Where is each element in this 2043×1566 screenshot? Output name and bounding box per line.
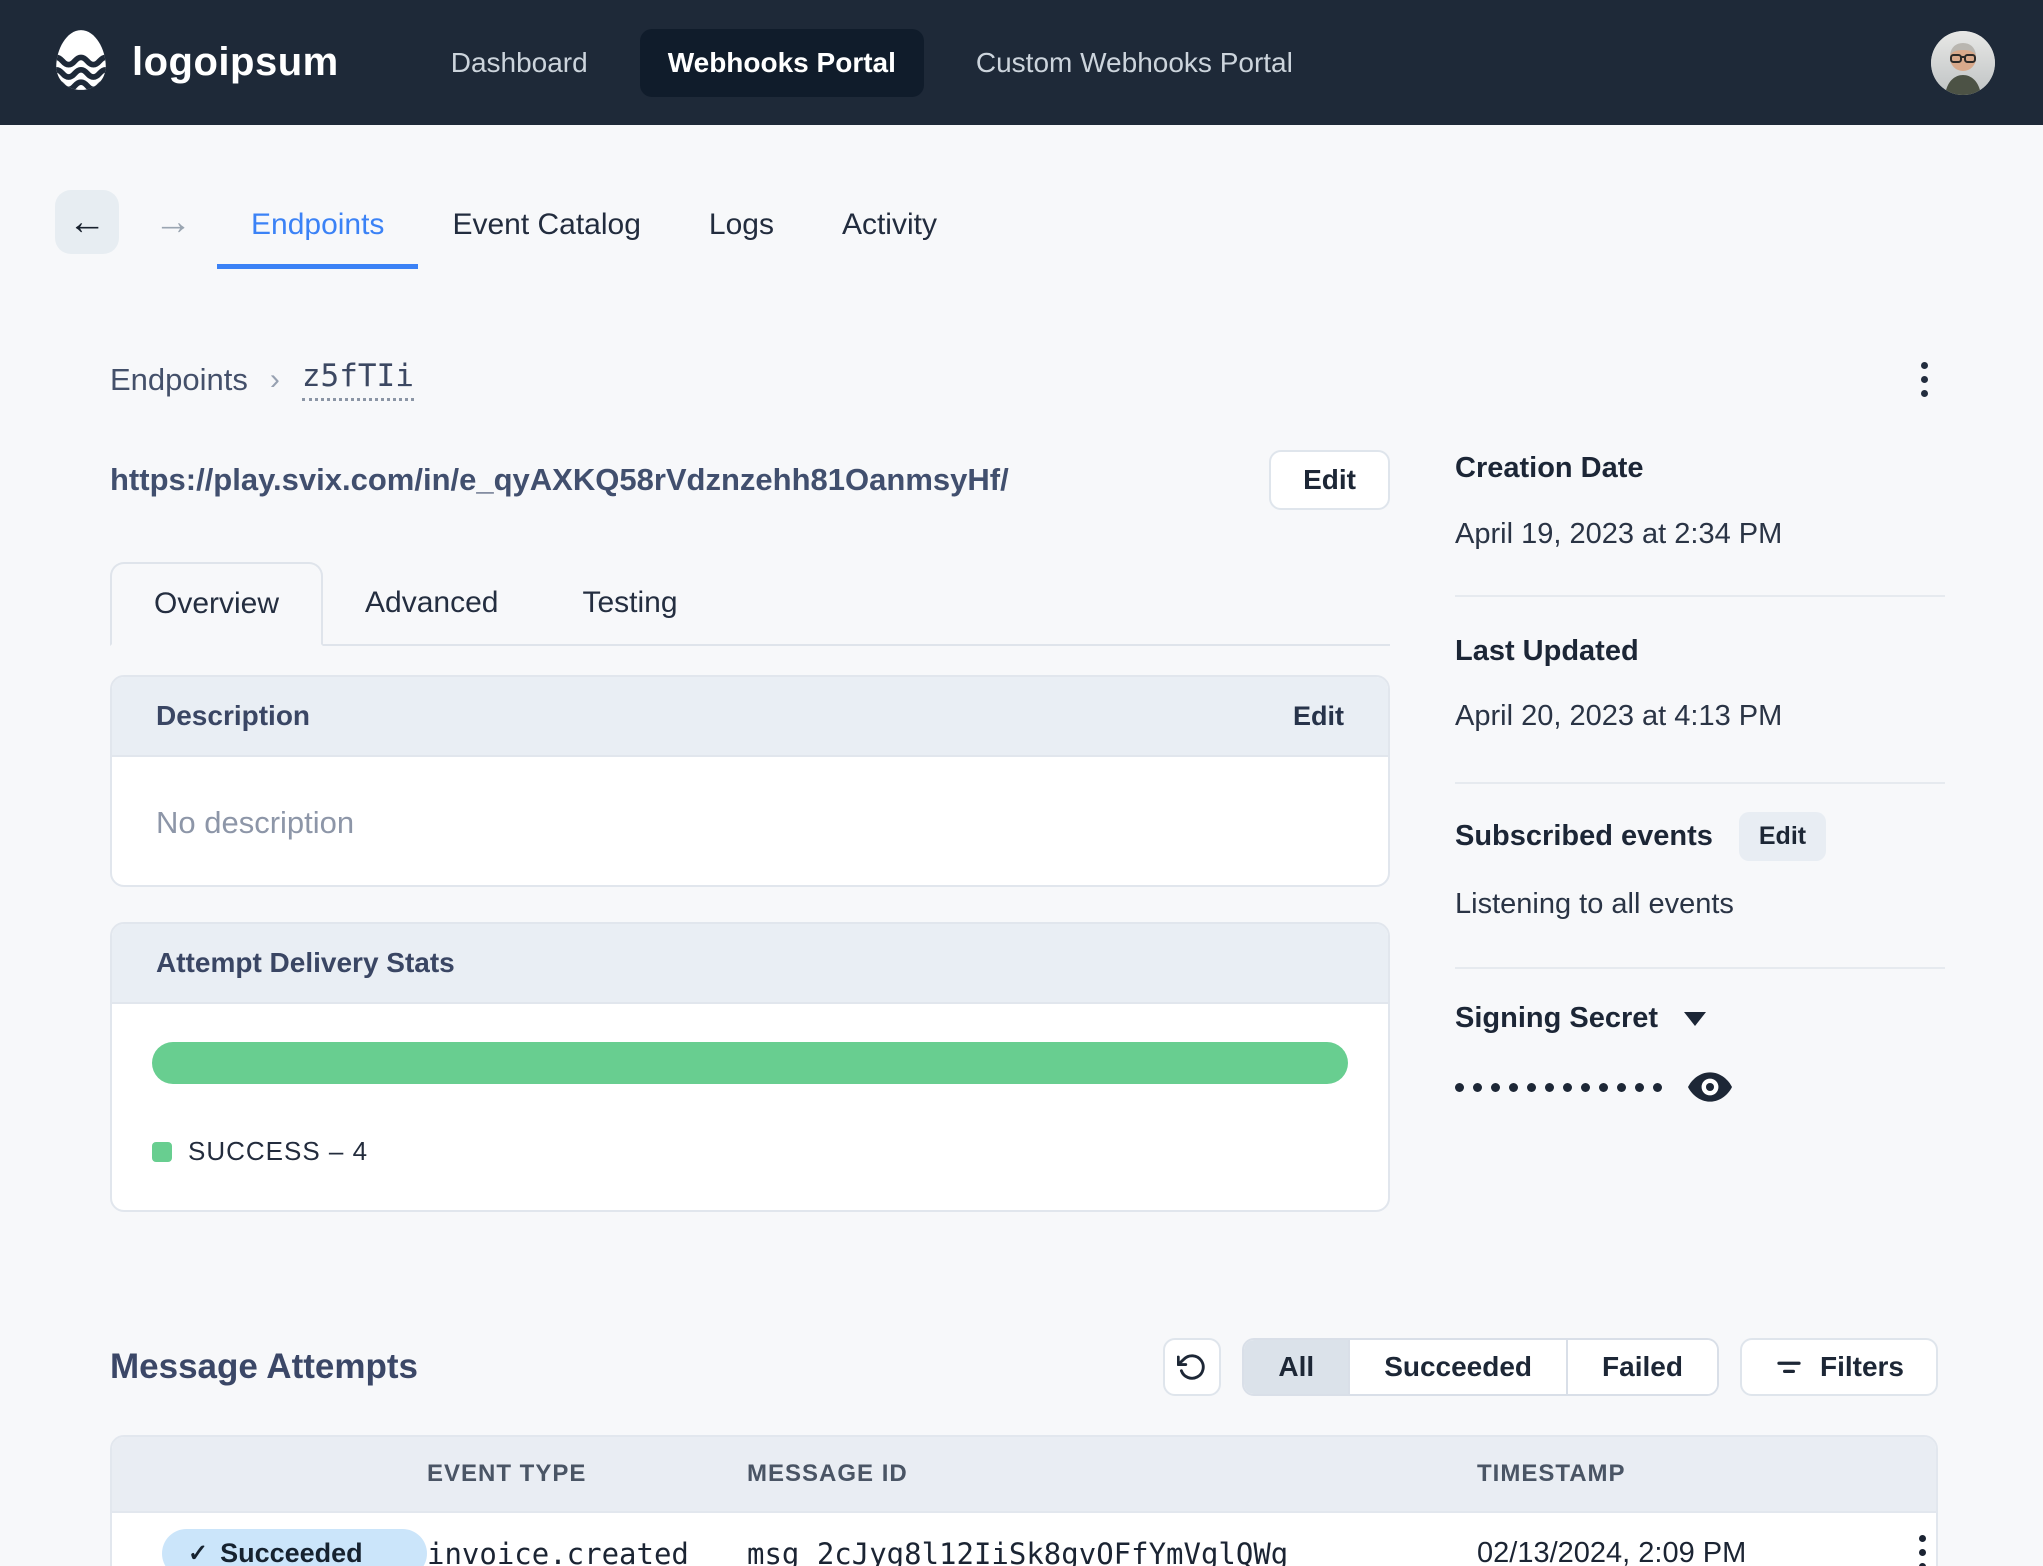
tab-advanced[interactable]: Advanced [323, 562, 540, 644]
creation-date-label: Creation Date [1455, 452, 1644, 484]
filters-button-label: Filters [1819, 1351, 1904, 1382]
edit-url-button[interactable]: Edit [1269, 450, 1390, 510]
divider [1455, 595, 1945, 597]
avatar[interactable] [1931, 30, 1995, 95]
success-legend-swatch [152, 1141, 172, 1162]
column-timestamp: TIMESTAMP [1477, 1460, 1626, 1487]
endpoint-url-row: https://play.svix.com/in/e_qyAXKQ58rVdzn… [110, 450, 1390, 510]
nav-link-custom-webhooks-portal[interactable]: Custom Webhooks Portal [948, 29, 1321, 97]
edit-subscribed-events-button[interactable]: Edit [1738, 812, 1827, 861]
attempt-delivery-stats-card: Attempt Delivery Stats SUCCESS – 4 [110, 922, 1390, 1212]
stats-body: SUCCESS – 4 [112, 1004, 1388, 1205]
stats-title: Attempt Delivery Stats [156, 947, 455, 978]
navbar-links: Dashboard Webhooks Portal Custom Webhook… [423, 28, 1321, 97]
description-title: Description [156, 700, 311, 731]
refresh-button[interactable] [1163, 1338, 1222, 1396]
message-attempts-table: EVENT TYPE MESSAGE ID TIMESTAMP ✓ Succee… [110, 1435, 1938, 1566]
stats-card-header: Attempt Delivery Stats [112, 924, 1388, 1004]
success-legend-label: SUCCESS – 4 [188, 1136, 369, 1166]
success-progress-bar [152, 1042, 1348, 1084]
last-updated-label: Last Updated [1455, 635, 1639, 667]
filter-failed-button[interactable]: Failed [1568, 1340, 1717, 1394]
timestamp-cell: 02/13/2024, 2:09 PM [1477, 1537, 1747, 1566]
tab-event-catalog[interactable]: Event Catalog [418, 186, 674, 269]
row-options-kebab-icon[interactable] [1909, 1529, 1936, 1566]
column-event-type: EVENT TYPE [427, 1460, 587, 1487]
portal-tabs: Endpoints Event Catalog Logs Activity [217, 186, 971, 269]
signing-secret-row[interactable]: Signing Secret [1455, 1002, 1707, 1035]
brand: logoipsum [48, 27, 339, 98]
creation-date-value: April 19, 2023 at 2:34 PM [1455, 518, 1783, 550]
nav-link-webhooks-portal[interactable]: Webhooks Portal [639, 28, 924, 97]
top-navbar: logoipsum Dashboard Webhooks Portal Cust… [0, 0, 2043, 125]
tab-overview[interactable]: Overview [110, 562, 324, 646]
message-attempts-header: Message Attempts All Succeeded Failed Fi… [110, 1338, 1938, 1396]
status-filter-segmented: All Succeeded Failed [1242, 1338, 1719, 1396]
divider [1455, 967, 1945, 969]
table-row[interactable]: ✓ Succeeded invoice.created msg_2cJyg8l1… [112, 1513, 1936, 1566]
detail-tabs: Overview Advanced Testing [110, 562, 1390, 646]
filters-button[interactable]: Filters [1739, 1338, 1938, 1396]
endpoint-url: https://play.svix.com/in/e_qyAXKQ58rVdzn… [110, 462, 1009, 497]
description-body: No description [156, 805, 355, 840]
back-button[interactable]: ← [55, 190, 119, 254]
refresh-icon [1177, 1354, 1206, 1380]
subscribed-events-value: Listening to all events [1455, 888, 1734, 920]
subscribed-events-row: Subscribed events Edit [1455, 812, 1827, 861]
divider [1455, 782, 1945, 784]
breadcrumb-endpoints-link[interactable]: Endpoints [110, 362, 248, 398]
arrow-right-icon: → [154, 200, 192, 243]
check-icon: ✓ [188, 1540, 209, 1566]
table-header-row: EVENT TYPE MESSAGE ID TIMESTAMP [112, 1437, 1936, 1513]
status-badge: ✓ Succeeded [162, 1529, 427, 1566]
eye-icon [1688, 1072, 1732, 1102]
column-message-id: MESSAGE ID [747, 1460, 908, 1487]
subscribed-events-label: Subscribed events [1455, 820, 1713, 852]
brand-name: logoipsum [132, 40, 339, 84]
arrow-left-icon: ← [68, 200, 106, 243]
chevron-down-icon [1684, 1011, 1707, 1026]
forward-button[interactable]: → [141, 190, 205, 254]
signing-secret-value-row [1455, 1072, 1732, 1102]
logoipsum-egg-icon [48, 27, 114, 98]
tab-testing[interactable]: Testing [540, 562, 719, 644]
breadcrumb-separator: › [269, 362, 280, 396]
message-attempts-title: Message Attempts [110, 1347, 418, 1386]
filter-all-button[interactable]: All [1244, 1340, 1351, 1394]
tab-activity[interactable]: Activity [808, 186, 971, 269]
edit-description-button[interactable]: Edit [1293, 701, 1344, 732]
masked-secret-dots [1455, 1082, 1662, 1092]
nav-link-dashboard[interactable]: Dashboard [423, 29, 616, 97]
filter-lines-icon [1777, 1361, 1801, 1373]
breadcrumb-endpoint-id[interactable]: z5fTIi [301, 358, 414, 401]
signing-secret-label: Signing Secret [1455, 1002, 1659, 1034]
reveal-secret-button[interactable] [1688, 1072, 1732, 1102]
attempts-controls: All Succeeded Failed Filters [1163, 1338, 1938, 1396]
breadcrumb: Endpoints › z5fTIi [110, 356, 1938, 403]
filter-succeeded-button[interactable]: Succeeded [1350, 1340, 1569, 1394]
endpoint-meta-sidebar: Creation Date April 19, 2023 at 2:34 PM … [1455, 440, 1945, 1160]
endpoint-options-kebab-icon[interactable] [1911, 356, 1938, 403]
tab-endpoints[interactable]: Endpoints [217, 186, 419, 269]
description-card: Description Edit No description [110, 675, 1390, 887]
description-card-header: Description Edit [112, 677, 1388, 757]
webhooks-portal-page: logoipsum Dashboard Webhooks Portal Cust… [0, 0, 2043, 1566]
event-type-cell: invoice.created [427, 1537, 689, 1566]
message-id-cell: msg_2cJyg8l12IiSk8gvOFfYmVglQWg [747, 1537, 1289, 1566]
tab-logs[interactable]: Logs [675, 186, 808, 269]
last-updated-value: April 20, 2023 at 4:13 PM [1455, 700, 1783, 732]
history-and-tabs: ← → Endpoints Event Catalog Logs Activit… [55, 186, 971, 269]
status-badge-label: Succeeded [220, 1538, 363, 1566]
stats-legend: SUCCESS – 4 [152, 1136, 1348, 1167]
